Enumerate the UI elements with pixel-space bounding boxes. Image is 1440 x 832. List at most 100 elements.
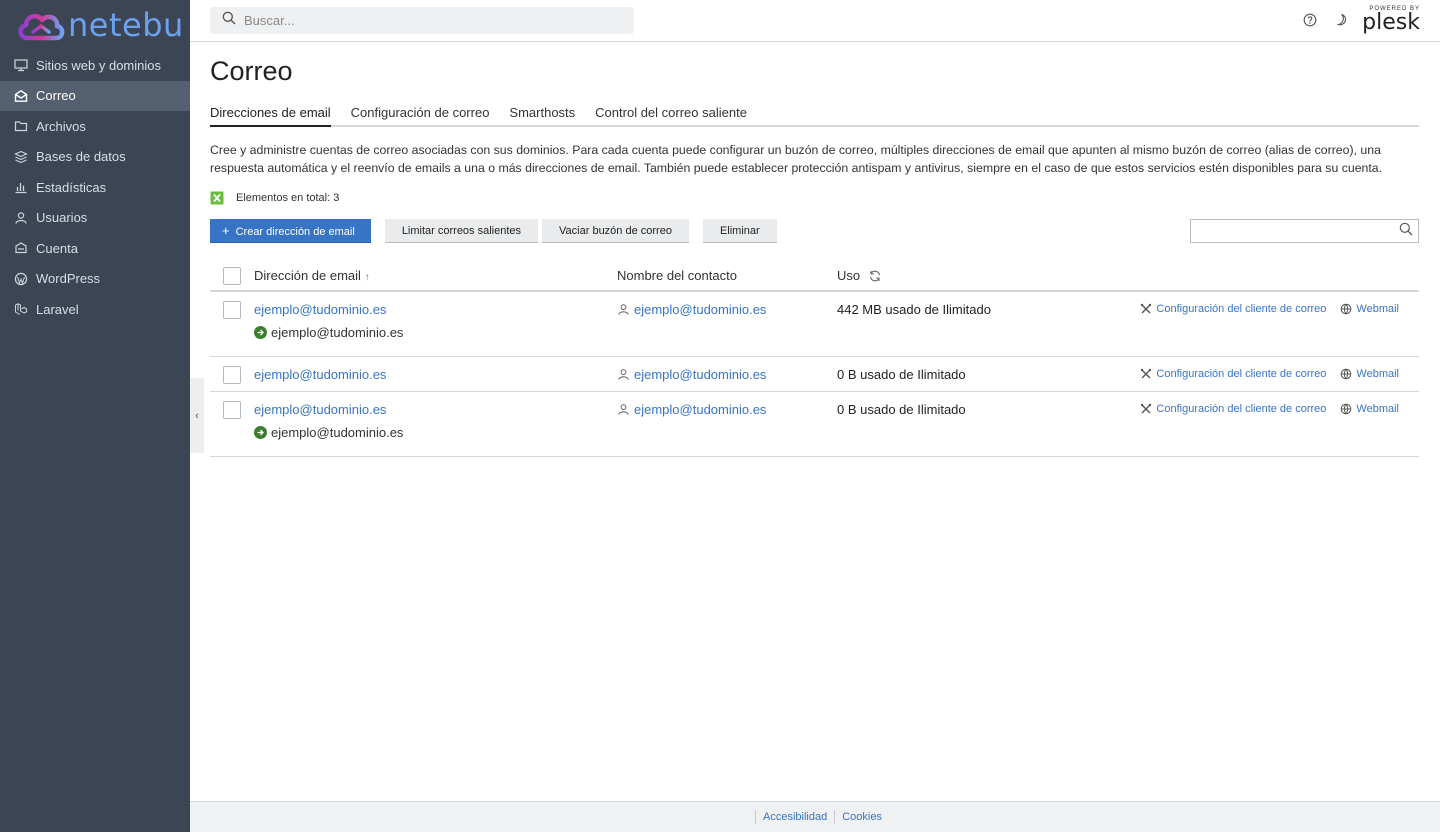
mail-client-config-label: Configuración del cliente de correo <box>1156 303 1327 315</box>
contact-cell: ejemplo@tudominio.es <box>617 367 766 382</box>
bar-chart-icon <box>14 180 28 194</box>
page-title: Correo <box>210 56 293 86</box>
create-email-button[interactable]: + Crear dirección de email <box>210 219 371 243</box>
table-row: ejemplo@tudominio.es ejemplo@tudominio.e… <box>210 357 1419 392</box>
column-email[interactable]: Dirección de email ↑ <box>254 268 370 283</box>
sidebar-item-label: WordPress <box>36 271 101 287</box>
arrow-right-icon <box>254 426 267 439</box>
sidebar-item-label: Usuarios <box>36 210 88 226</box>
moon-icon[interactable] <box>1332 12 1348 28</box>
email-cell: ejemplo@tudominio.es ejemplo@tudominio.e… <box>254 402 403 440</box>
laravel-icon <box>14 302 28 316</box>
globe-icon <box>1341 368 1352 380</box>
search-input[interactable] <box>244 13 624 28</box>
search-icon <box>222 11 236 30</box>
global-search[interactable] <box>210 7 634 34</box>
contact-link[interactable]: ejemplo@tudominio.es <box>634 302 766 317</box>
email-cell: ejemplo@tudominio.es <box>254 367 386 382</box>
tab-smarthosts[interactable]: Smarthosts <box>509 105 575 127</box>
sidebar-item-databases[interactable]: Bases de datos <box>0 142 190 173</box>
plus-icon: + <box>222 223 230 238</box>
search-icon[interactable] <box>1399 222 1413 241</box>
email-link[interactable]: ejemplo@tudominio.es <box>254 367 386 382</box>
list-search-field[interactable] <box>1190 219 1419 243</box>
sidebar-item-websites[interactable]: Sitios web y dominios <box>0 50 190 81</box>
sidebar-item-label: Estadísticas <box>36 179 107 195</box>
envelope-icon <box>14 89 28 103</box>
arrow-right-icon <box>254 326 267 339</box>
row-checkbox[interactable] <box>223 366 241 384</box>
contact-cell: ejemplo@tudominio.es <box>617 402 766 417</box>
sidebar-item-laravel[interactable]: Laravel <box>0 294 190 325</box>
email-link[interactable]: ejemplo@tudominio.es <box>254 302 403 317</box>
total-items-label: Elementos en total: 3 <box>236 192 340 204</box>
tabs: Direcciones de email Configuración de co… <box>210 105 1419 127</box>
row-checkbox[interactable] <box>223 301 241 319</box>
contact-link[interactable]: ejemplo@tudominio.es <box>634 367 766 382</box>
row-actions: Configuración del cliente de correo Webm… <box>1126 403 1399 415</box>
sidebar-item-label: Correo <box>36 88 76 104</box>
webmail-link[interactable]: Webmail <box>1340 303 1399 315</box>
row-actions: Configuración del cliente de correo Webm… <box>1126 303 1399 315</box>
sidebar-item-statistics[interactable]: Estadísticas <box>0 172 190 203</box>
sidebar: netebu Sitios web y dominios Correo Arch… <box>0 0 190 832</box>
usage-cell: 0 B usado de Ilimitado <box>837 402 966 417</box>
tools-icon <box>1141 368 1152 379</box>
refresh-icon[interactable] <box>868 269 882 283</box>
sidebar-item-files[interactable]: Archivos <box>0 111 190 142</box>
mail-client-config-link[interactable]: Configuración del cliente de correo <box>1140 368 1326 380</box>
mail-client-config-link[interactable]: Configuración del cliente de correo <box>1140 403 1326 415</box>
row-checkbox[interactable] <box>223 401 241 419</box>
webmail-label: Webmail <box>1356 303 1399 315</box>
usage-cell: 0 B usado de Ilimitado <box>837 367 966 382</box>
tab-mail-settings[interactable]: Configuración de correo <box>351 105 490 127</box>
database-icon <box>14 150 28 164</box>
topbar: POWERED BY plesk <box>190 0 1440 42</box>
email-link[interactable]: ejemplo@tudominio.es <box>254 402 403 417</box>
accessibility-link[interactable]: Accesibilidad <box>763 811 827 823</box>
account-icon <box>14 241 28 255</box>
sidebar-item-mail[interactable]: Correo <box>0 80 190 111</box>
webmail-link[interactable]: Webmail <box>1340 403 1399 415</box>
help-icon[interactable] <box>1302 12 1318 28</box>
mail-client-config-label: Configuración del cliente de correo <box>1156 403 1327 415</box>
user-icon <box>617 403 630 416</box>
toolbar: + Crear dirección de email Limitar correo… <box>210 219 1419 243</box>
column-usage[interactable]: Uso <box>837 268 882 283</box>
contact-link[interactable]: ejemplo@tudominio.es <box>634 402 766 417</box>
sidebar-item-label: Sitios web y dominios <box>36 57 161 73</box>
cookies-link[interactable]: Cookies <box>842 811 882 823</box>
brand-logo[interactable]: netebu <box>0 0 190 50</box>
user-icon <box>14 211 28 225</box>
webmail-link[interactable]: Webmail <box>1340 368 1399 380</box>
sidebar-item-wordpress[interactable]: WordPress <box>0 264 190 295</box>
column-contact[interactable]: Nombre del contacto <box>617 268 737 283</box>
column-email-label: Dirección de email <box>254 268 361 283</box>
limit-outgoing-button[interactable]: Limitar correos salientes <box>384 219 539 243</box>
globe-icon <box>1341 403 1352 415</box>
sidebar-item-label: Bases de datos <box>36 149 126 165</box>
sidebar-item-label: Laravel <box>36 301 79 317</box>
user-icon <box>617 368 630 381</box>
empty-mailbox-button[interactable]: Vaciar buzón de correo <box>542 219 689 243</box>
plesk-name: plesk <box>1362 10 1420 35</box>
sidebar-item-account[interactable]: Cuenta <box>0 233 190 264</box>
tools-icon <box>1141 303 1152 314</box>
main-content: Correo Direcciones de email Configuració… <box>210 42 1419 457</box>
select-all-checkbox[interactable] <box>223 267 241 285</box>
monitor-icon <box>14 58 28 72</box>
chevron-left-icon: ‹ <box>195 409 199 422</box>
tab-outgoing-mail-control[interactable]: Control del correo saliente <box>595 105 747 127</box>
sort-ascending-icon: ↑ <box>364 272 370 283</box>
user-icon <box>617 303 630 316</box>
webmail-label: Webmail <box>1356 368 1399 380</box>
tab-email-addresses[interactable]: Direcciones de email <box>210 105 331 127</box>
sidebar-item-users[interactable]: Usuarios <box>0 203 190 234</box>
delete-button[interactable]: Eliminar <box>702 219 777 243</box>
mail-client-config-link[interactable]: Configuración del cliente de correo <box>1140 303 1326 315</box>
column-usage-label: Uso <box>837 268 861 283</box>
sidebar-collapse-button[interactable]: ‹ <box>190 378 204 453</box>
usage-cell: 442 MB usado de Ilimitado <box>837 302 991 317</box>
excel-export-icon[interactable] <box>210 191 224 205</box>
table-header: Dirección de email ↑ Nombre del contacto… <box>210 261 1419 292</box>
